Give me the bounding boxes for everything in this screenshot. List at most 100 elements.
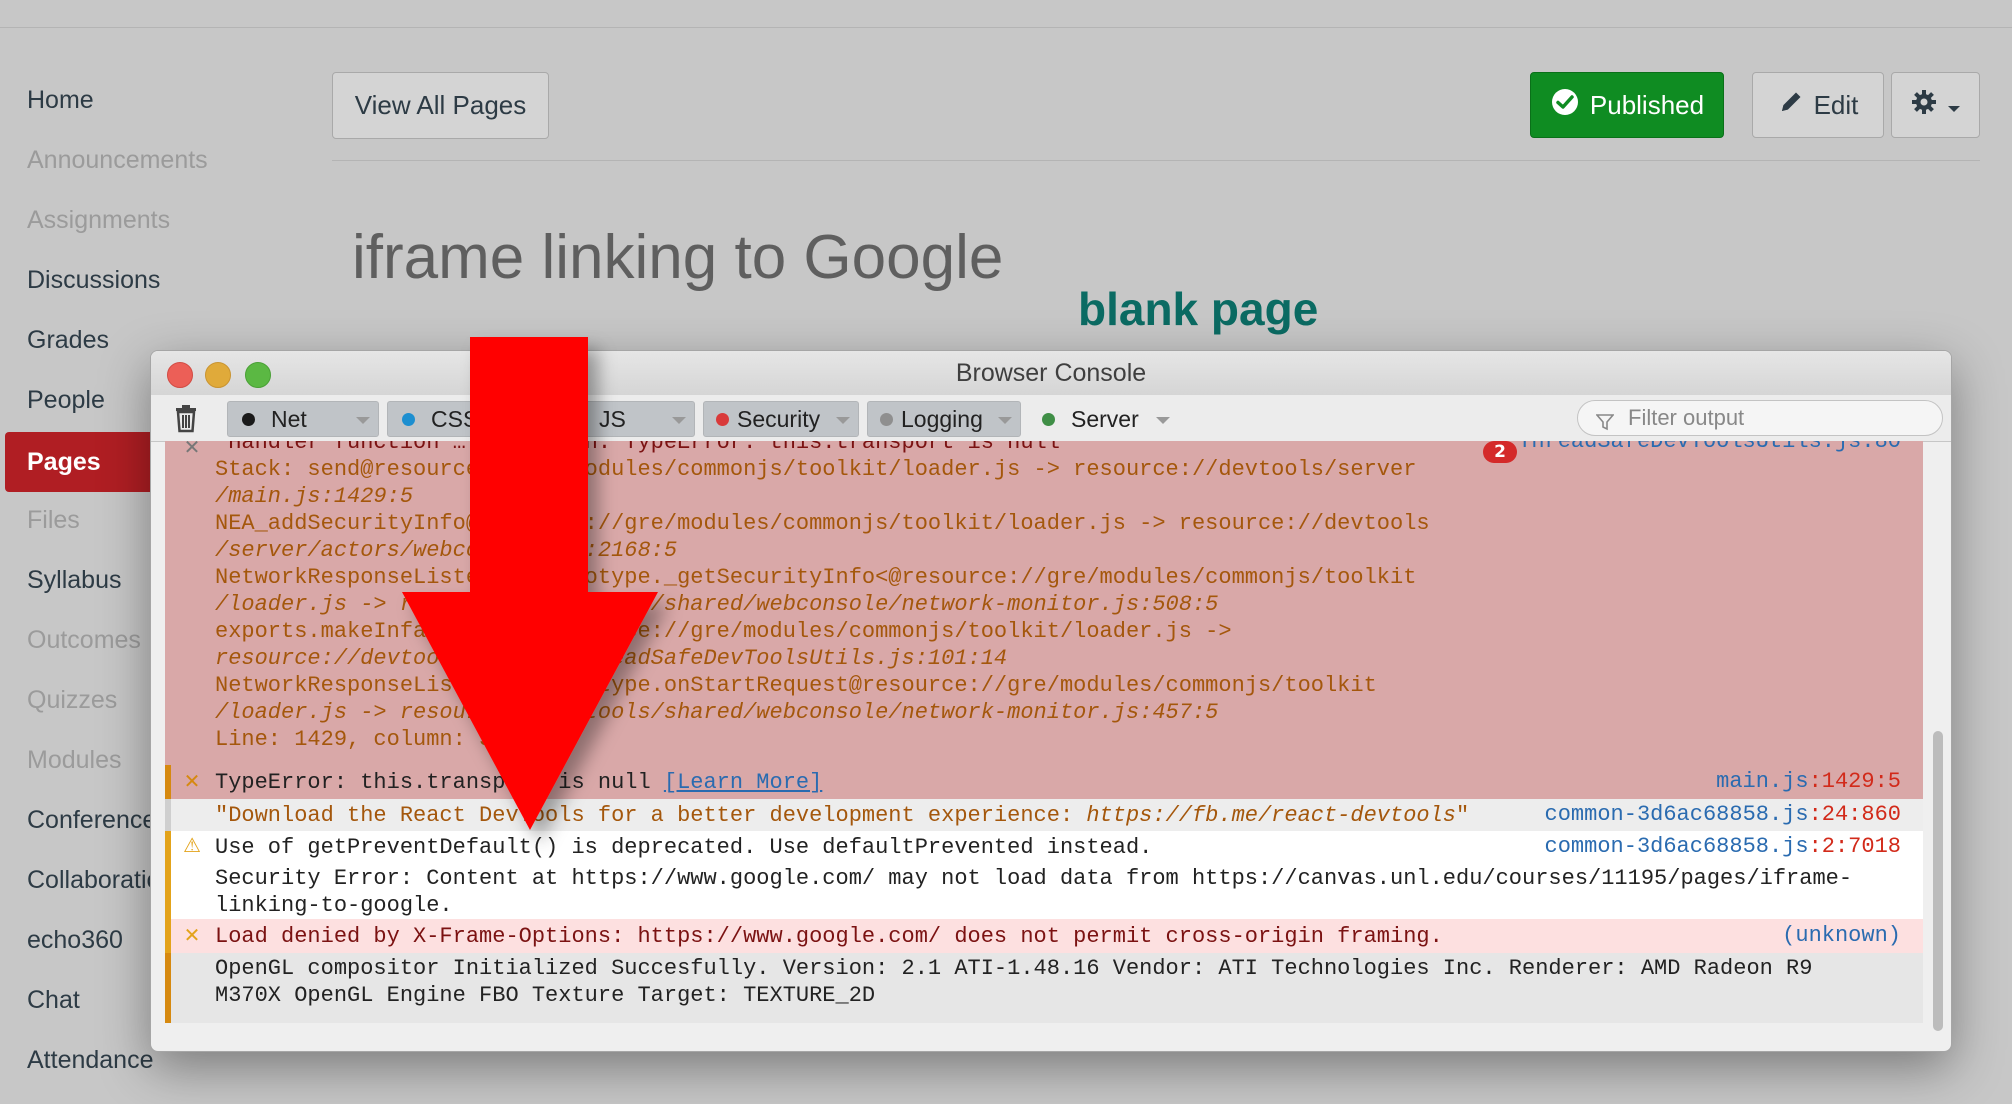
net-dot-icon xyxy=(242,412,255,426)
react-devtools-url[interactable]: https://fb.me/react-devtools xyxy=(1086,803,1456,828)
console-log-area: ✕ "Handler function … exception: TypeErr… xyxy=(165,441,1923,1051)
server-dot-icon xyxy=(1042,412,1055,426)
stack-line: NetworkResponseListener.prototype._getSe… xyxy=(215,565,1417,590)
blank-page-annotation: blank page xyxy=(1078,283,1319,335)
chevron-down-icon xyxy=(356,417,370,424)
nav-item-quizzes[interactable]: Quizzes xyxy=(27,686,117,715)
nav-item-files[interactable]: Files xyxy=(27,506,80,535)
opengl-line: M370X OpenGL Engine FBO Texture Target: … xyxy=(215,983,876,1008)
warning-triangle-icon: ⚠ xyxy=(183,833,201,857)
nav-item-syllabus[interactable]: Syllabus xyxy=(27,566,122,595)
stack-trace-row: ✕ "Handler function … exception: TypeErr… xyxy=(165,441,1923,765)
nav-item-attendance[interactable]: Attendance xyxy=(27,1046,154,1075)
chevron-down-icon xyxy=(516,417,530,424)
react-source-link[interactable]: common-3d6ac68858.js:24:860 xyxy=(1545,802,1901,827)
filter-tab-server[interactable]: Server xyxy=(1027,401,1179,437)
opengl-message: OpenGL compositor Initialized Succesfull… xyxy=(215,955,1812,1009)
view-all-pages-label: View All Pages xyxy=(354,90,527,120)
nav-item-home[interactable]: Home xyxy=(27,86,94,115)
filter-tab-security[interactable]: Security xyxy=(703,401,859,437)
react-text-end: " xyxy=(1456,803,1470,828)
filter-placeholder: Filter output xyxy=(1628,405,1745,430)
header-divider xyxy=(332,160,1980,161)
settings-menu-button[interactable] xyxy=(1891,72,1980,138)
stack-line: /loader.js -> resource://devtools/shared… xyxy=(215,700,1219,725)
js-dot-icon xyxy=(566,412,579,426)
source-file: common-3d6ac68858.js xyxy=(1544,834,1809,859)
xframe-message: Load denied by X-Frame-Options: https://… xyxy=(215,924,1443,949)
trash-icon[interactable] xyxy=(171,403,201,433)
stack-line: NetworkResponseListener.prototype.onStar… xyxy=(215,673,1377,698)
chevron-down-icon xyxy=(1947,90,1961,121)
filter-label: CSS xyxy=(431,405,479,432)
stack-source-link[interactable]: ThreadSafeDevToolsUtils.js:80 xyxy=(1518,441,1901,454)
row-marker xyxy=(165,919,171,953)
row-marker xyxy=(165,765,171,799)
console-window-title: Browser Console xyxy=(955,359,1147,387)
chevron-down-icon xyxy=(672,417,686,424)
typeerror-row: ✕ TypeError: this.transport is null [Lea… xyxy=(165,765,1923,799)
learn-more-link[interactable]: [Learn More] xyxy=(664,770,822,795)
xframe-error-row: ✕ Load denied by X-Frame-Options: https:… xyxy=(165,919,1923,953)
typeerror-text: TypeError: this.transport is null xyxy=(215,770,664,795)
page-title: iframe linking to Google xyxy=(352,223,1004,292)
edit-button[interactable]: Edit xyxy=(1752,72,1884,138)
source-pos: :24:860 xyxy=(1808,802,1901,827)
deprecated-message: Use of getPreventDefault() is deprecated… xyxy=(215,835,1153,860)
nav-item-assignments[interactable]: Assignments xyxy=(27,206,170,235)
published-label: Published xyxy=(1589,89,1705,120)
row-marker xyxy=(165,953,171,1023)
stack-line: /main.js:1429:5 xyxy=(215,484,414,509)
typeerror-source-link[interactable]: main.js:1429:5 xyxy=(1716,769,1901,794)
filter-label: Logging xyxy=(901,405,983,432)
filter-output-input[interactable]: Filter output xyxy=(1577,400,1943,436)
react-devtools-message: "Download the React DevTools for a bette… xyxy=(215,802,1469,829)
nav-item-echo360[interactable]: echo360 xyxy=(27,926,123,955)
source-file: common-3d6ac68858.js xyxy=(1544,802,1809,827)
chevron-down-icon xyxy=(998,417,1012,424)
published-button[interactable]: Published xyxy=(1530,72,1724,138)
filter-tab-css[interactable]: CSS xyxy=(387,401,539,437)
filter-label: Server xyxy=(1071,405,1139,432)
browser-console-window: Browser Console Net CSS JS Security Logg… xyxy=(150,350,1952,1052)
nav-item-announcements[interactable]: Announcements xyxy=(27,146,208,175)
stack-line: NEA_addSecurityInfo@resource://gre/modul… xyxy=(215,511,1430,536)
chevron-down-icon xyxy=(1156,417,1170,424)
nav-item-modules[interactable]: Modules xyxy=(27,746,122,775)
x-icon: ✕ xyxy=(183,923,201,947)
nav-item-discussions[interactable]: Discussions xyxy=(27,266,160,295)
console-titlebar: Browser Console xyxy=(151,351,1951,396)
css-dot-icon xyxy=(402,412,415,426)
nav-item-people[interactable]: People xyxy=(27,386,105,415)
react-devtools-row: "Download the React DevTools for a bette… xyxy=(165,799,1923,831)
nav-item-outcomes[interactable]: Outcomes xyxy=(27,626,141,655)
nav-item-chat[interactable]: Chat xyxy=(27,986,80,1015)
source-pos: :2:7018 xyxy=(1808,834,1901,859)
nav-item-conferences[interactable]: Conferences xyxy=(27,806,169,835)
filter-label: Security xyxy=(737,405,821,432)
warning-row: ⚠ Use of getPreventDefault() is deprecat… xyxy=(165,831,1923,919)
xframe-source-link[interactable]: (unknown) xyxy=(1782,923,1901,948)
x-icon: ✕ xyxy=(183,769,201,793)
stack-line: "Handler function … exception: TypeError… xyxy=(215,441,1060,455)
stack-line: /loader.js -> resource://devtools/shared… xyxy=(215,592,1219,617)
logging-dot-icon xyxy=(880,412,893,426)
opengl-row: OpenGL compositor Initialized Succesfull… xyxy=(165,953,1923,1023)
console-toolbar: Net CSS JS Security Logging Server Filte… xyxy=(151,395,1951,442)
filter-label: JS xyxy=(599,405,626,432)
close-icon: ✕ xyxy=(183,441,201,459)
opengl-line: OpenGL compositor Initialized Succesfull… xyxy=(215,956,1813,981)
view-all-pages-button[interactable]: View All Pages xyxy=(332,72,549,139)
security-error-line: linking-to-google. xyxy=(215,893,453,918)
console-scrollbar[interactable] xyxy=(1933,731,1943,1031)
filter-tab-logging[interactable]: Logging xyxy=(867,401,1021,437)
nav-item-grades[interactable]: Grades xyxy=(27,326,109,355)
deprecated-source-link[interactable]: common-3d6ac68858.js:2:7018 xyxy=(1545,834,1901,859)
source-file: main.js xyxy=(1716,769,1809,794)
edit-label: Edit xyxy=(1813,89,1859,120)
top-divider xyxy=(0,27,2012,28)
filter-tab-js[interactable]: JS xyxy=(543,401,695,437)
error-count-badge: 2 xyxy=(1483,441,1517,463)
stack-line: resource://devtools/shared/ThreadSafeDev… xyxy=(215,646,1008,671)
filter-tab-net[interactable]: Net xyxy=(227,401,379,437)
